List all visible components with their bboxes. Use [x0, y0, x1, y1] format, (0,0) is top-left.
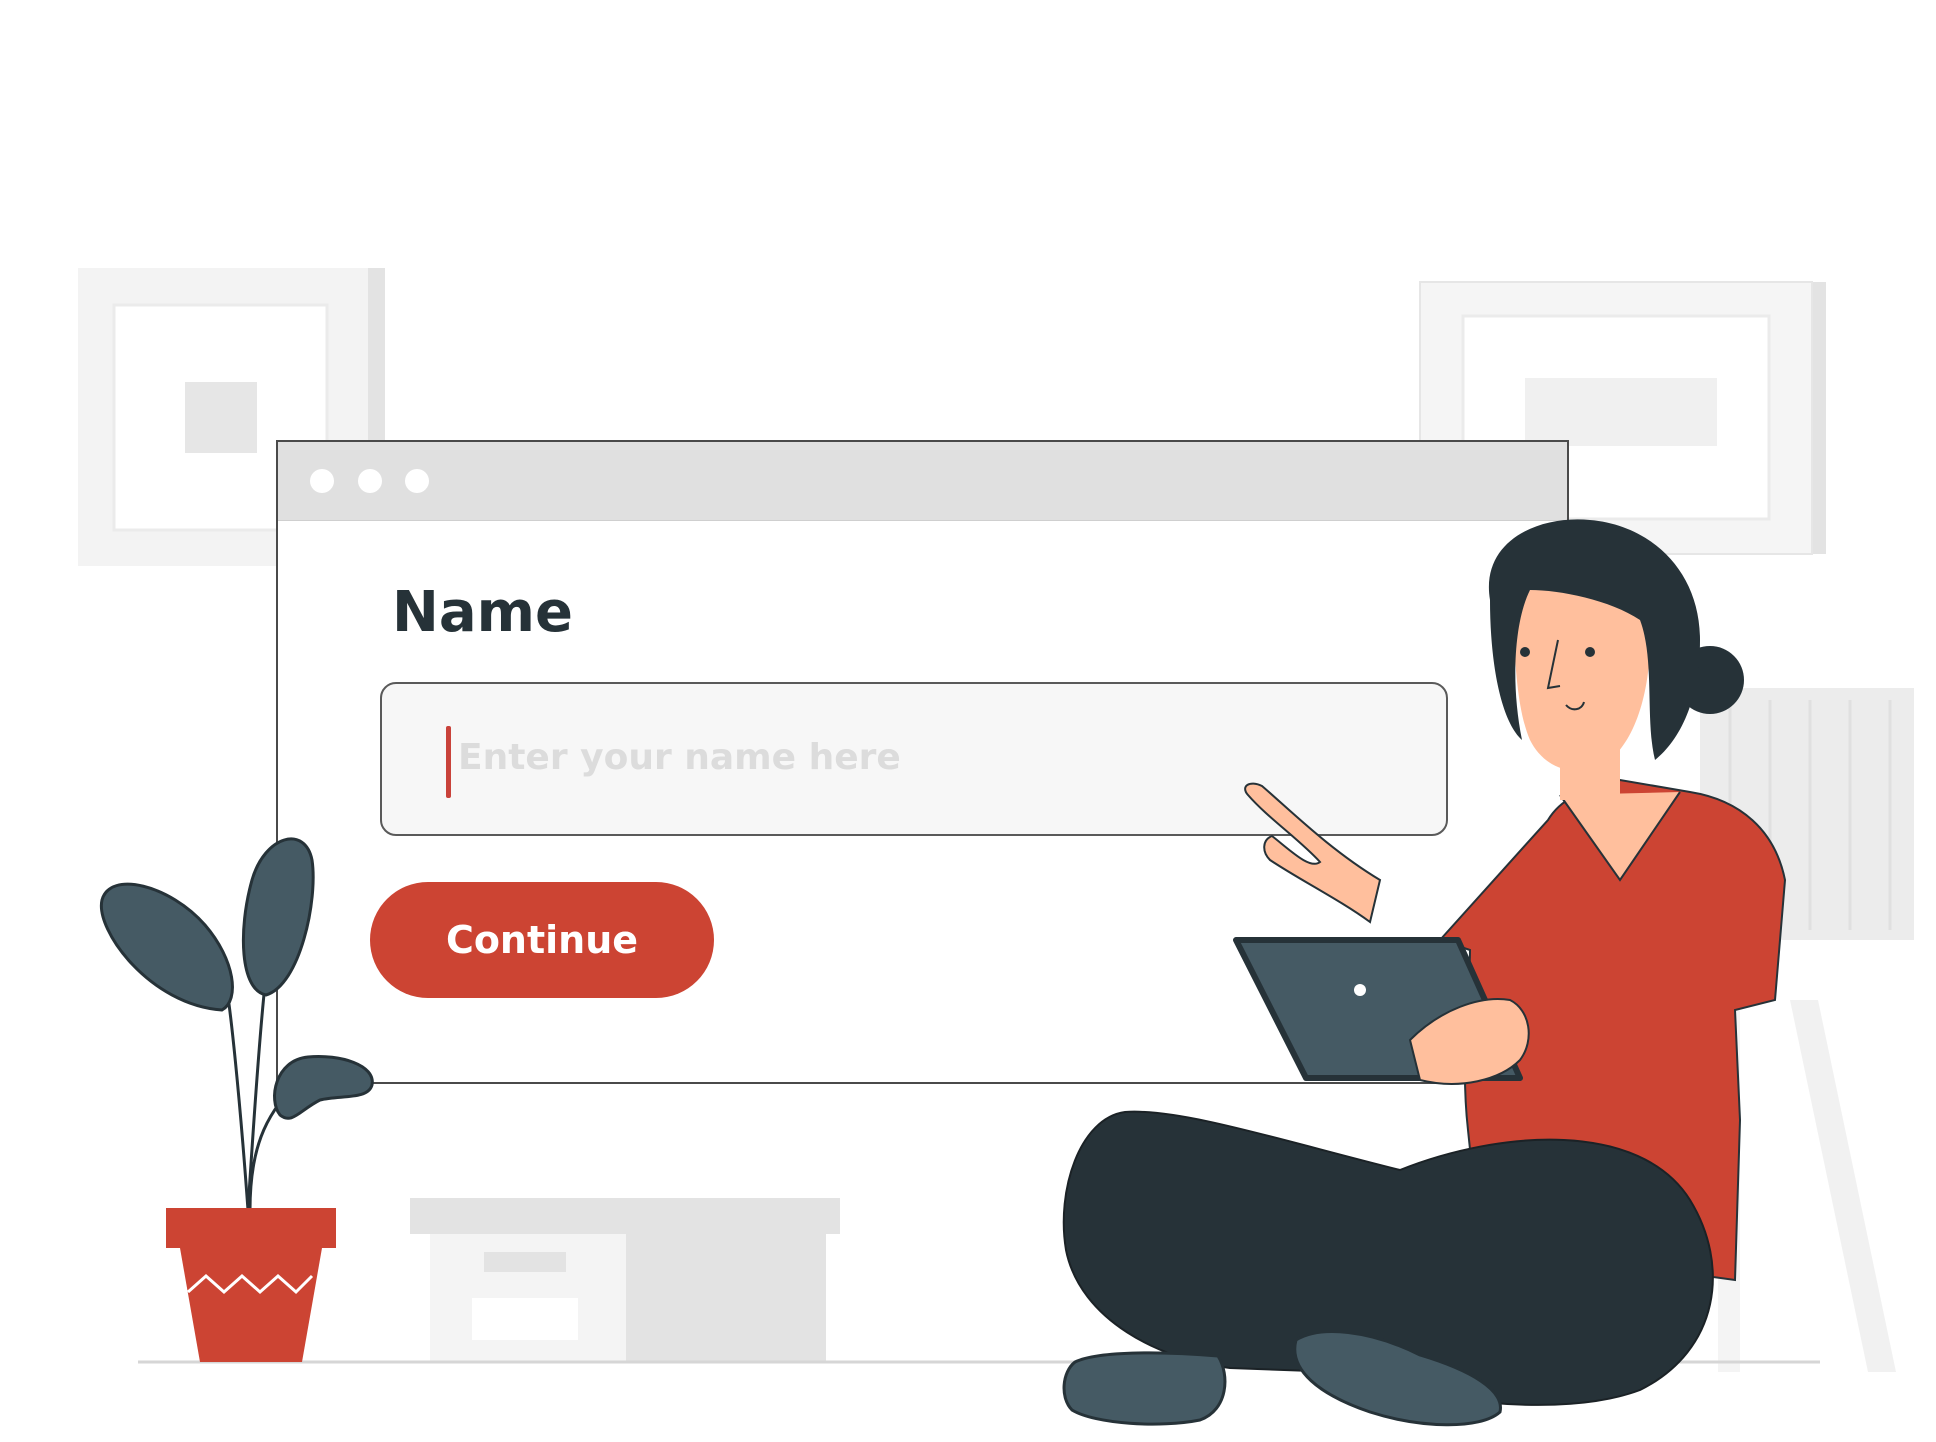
window-dot-icon [405, 469, 429, 493]
window-dot-icon [310, 469, 334, 493]
stool-leg [1790, 1000, 1896, 1372]
storage-box [410, 1198, 840, 1362]
name-input[interactable]: Enter your name here [380, 682, 1448, 836]
input-placeholder: Enter your name here [458, 737, 901, 778]
text-cursor [446, 726, 451, 798]
radiator [1700, 688, 1914, 940]
window-dot-icon [358, 469, 382, 493]
browser-window: Name Enter your name here Continue [276, 440, 1569, 1084]
name-label: Name [392, 580, 573, 645]
title-bar [278, 442, 1567, 521]
continue-button[interactable]: Continue [370, 882, 714, 998]
